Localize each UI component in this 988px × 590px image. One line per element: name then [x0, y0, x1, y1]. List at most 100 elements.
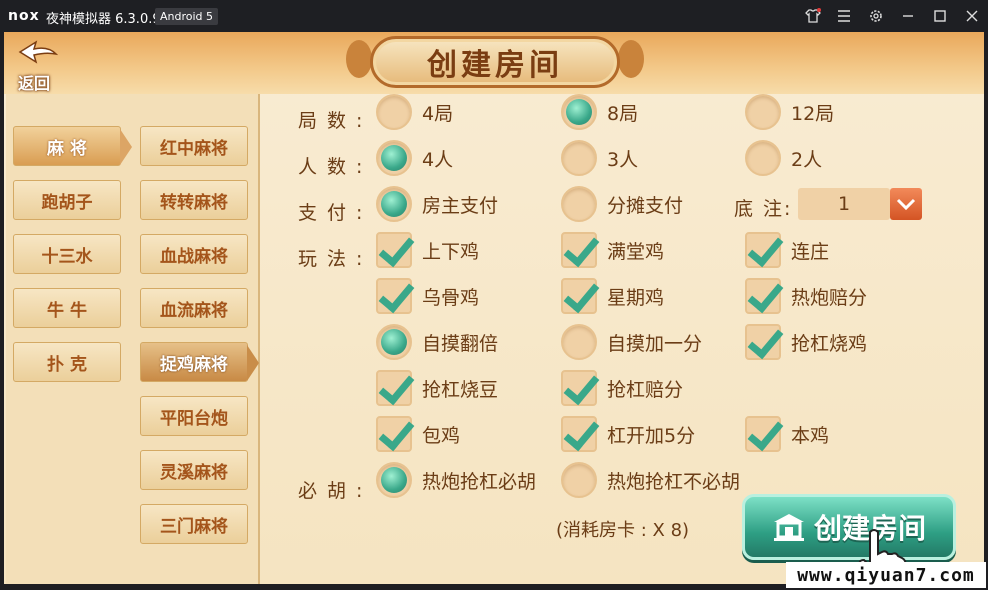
- must-hu-label: 必胡:: [298, 480, 373, 502]
- rule-zimofanbei[interactable]: 自摸翻倍: [376, 324, 498, 360]
- category-shisanshui[interactable]: 十三水: [13, 234, 121, 274]
- checkbox: [561, 232, 597, 268]
- rounds-option-12[interactable]: 12局: [745, 94, 834, 130]
- radio-button: [376, 462, 412, 498]
- players-option-3[interactable]: 3人: [561, 140, 638, 176]
- back-button[interactable]: 返回: [14, 38, 62, 93]
- category-label: 牛 牛: [47, 300, 87, 321]
- option-label: 12局: [791, 102, 835, 125]
- rule-wuguji[interactable]: 乌骨鸡: [376, 278, 479, 314]
- back-arrow-icon: [18, 40, 58, 64]
- rule-qianggangpeifen[interactable]: 抢杠赔分: [561, 370, 683, 406]
- maximize-icon[interactable]: [930, 6, 950, 26]
- close-icon[interactable]: [962, 6, 982, 26]
- subtype-sanmen[interactable]: 三门麻将: [140, 504, 248, 544]
- checkbox: [561, 278, 597, 314]
- category-label: 跑胡子: [41, 192, 93, 213]
- radio-button: [376, 94, 412, 130]
- radio-button: [561, 94, 597, 130]
- checkbox: [745, 416, 781, 452]
- chevron-down-icon: [896, 198, 916, 210]
- checkbox: [376, 416, 412, 452]
- rule-xingqiji[interactable]: 星期鸡: [561, 278, 664, 314]
- category-paohuzi[interactable]: 跑胡子: [13, 180, 121, 220]
- rules-label: 玩法:: [298, 248, 373, 270]
- option-label: 8局: [607, 102, 639, 125]
- menu-icon[interactable]: [834, 6, 854, 26]
- radio-button: [745, 140, 781, 176]
- payment-option-split[interactable]: 分摊支付: [561, 186, 683, 222]
- must-hu-option-yes[interactable]: 热炮抢杠必胡: [376, 462, 536, 498]
- category-mahjong[interactable]: 麻 将: [13, 126, 132, 166]
- subtype-label: 转转麻将: [160, 192, 228, 213]
- players-option-4[interactable]: 4人: [376, 140, 453, 176]
- subtype-label: 灵溪麻将: [160, 462, 228, 483]
- rule-lianzhuang[interactable]: 连庄: [745, 232, 829, 268]
- subtype-hongzhong[interactable]: 红中麻将: [140, 126, 248, 166]
- option-label: 抢杠赔分: [607, 378, 684, 401]
- site-watermark: www.qiyuan7.com: [786, 562, 986, 588]
- rounds-option-8[interactable]: 8局: [561, 94, 638, 130]
- stake-select[interactable]: 1: [798, 188, 890, 220]
- rule-baoji[interactable]: 包鸡: [376, 416, 460, 452]
- subtype-pingyang[interactable]: 平阳台炮: [140, 396, 248, 436]
- rule-qianggangshaodou[interactable]: 抢杠烧豆: [376, 370, 498, 406]
- checkbox: [561, 416, 597, 452]
- option-label: 满堂鸡: [607, 240, 665, 263]
- subtype-zhuoji[interactable]: 捉鸡麻将: [140, 342, 259, 382]
- option-label: 4局: [422, 102, 454, 125]
- rule-zimojiayifen[interactable]: 自摸加一分: [561, 324, 702, 360]
- subtype-xuezhan[interactable]: 血战麻将: [140, 234, 248, 274]
- option-label: 热炮抢杠不必胡: [607, 470, 741, 493]
- option-label: 4人: [422, 148, 454, 171]
- rule-mantangji[interactable]: 满堂鸡: [561, 232, 664, 268]
- option-label: 抢杠烧豆: [422, 378, 499, 401]
- subtype-label: 红中麻将: [160, 138, 228, 159]
- players-label: 人数:: [298, 156, 373, 178]
- category-label: 十三水: [41, 246, 93, 267]
- rounds-label: 局数:: [298, 110, 373, 132]
- option-label: 抢杠烧鸡: [791, 332, 868, 355]
- rule-qianggangshaoji[interactable]: 抢杠烧鸡: [745, 324, 867, 360]
- option-label: 热炮赔分: [791, 286, 868, 309]
- rule-shangxiaji[interactable]: 上下鸡: [376, 232, 479, 268]
- radio-button: [376, 140, 412, 176]
- option-label: 乌骨鸡: [422, 286, 480, 309]
- option-label: 自摸翻倍: [422, 332, 499, 355]
- category-niuniu[interactable]: 牛 牛: [13, 288, 121, 328]
- room-card-cost: (消耗房卡 : X 8): [556, 520, 690, 541]
- rule-repaopeifen[interactable]: 热炮赔分: [745, 278, 867, 314]
- create-room-screen: 返回 创建房间 麻 将 跑胡子 十三水 牛 牛 扑 克 红中麻将 转转麻将 血战…: [4, 32, 984, 584]
- emulator-titlebar: nox 夜神模拟器 6.3.0.9 Android 5: [0, 0, 988, 32]
- must-hu-option-no[interactable]: 热炮抢杠不必胡: [561, 462, 740, 498]
- stake-label: 底 注:: [734, 198, 793, 220]
- checkbox: [561, 370, 597, 406]
- page-title: 创建房间: [427, 48, 563, 83]
- rule-benji[interactable]: 本鸡: [745, 416, 829, 452]
- subtype-label: 血战麻将: [160, 246, 228, 267]
- subtype-xueliu[interactable]: 血流麻将: [140, 288, 248, 328]
- subtype-label: 平阳台炮: [160, 408, 228, 429]
- category-poker[interactable]: 扑 克: [13, 342, 121, 382]
- option-label: 房主支付: [422, 194, 499, 217]
- house-icon: [773, 514, 804, 541]
- rule-gangkaijia5fen[interactable]: 杠开加5分: [561, 416, 695, 452]
- gear-icon[interactable]: [866, 6, 886, 26]
- radio-button: [561, 462, 597, 498]
- rounds-option-4[interactable]: 4局: [376, 94, 453, 130]
- payment-option-host[interactable]: 房主支付: [376, 186, 498, 222]
- plaque-ornament-left: [346, 40, 372, 78]
- radio-button: [561, 186, 597, 222]
- option-label: 本鸡: [791, 424, 830, 447]
- subtype-lingxi[interactable]: 灵溪麻将: [140, 450, 248, 490]
- title-plaque: 创建房间: [370, 36, 620, 88]
- create-room-button[interactable]: 创建房间: [742, 494, 956, 560]
- subtype-zhuanzhuan[interactable]: 转转麻将: [140, 180, 248, 220]
- payment-label: 支付:: [298, 202, 373, 224]
- checkbox: [376, 370, 412, 406]
- players-option-2[interactable]: 2人: [745, 140, 822, 176]
- minimize-icon[interactable]: [898, 6, 918, 26]
- shirt-icon[interactable]: [803, 6, 823, 26]
- checkbox: [745, 324, 781, 360]
- stake-dropdown-button[interactable]: [890, 188, 922, 220]
